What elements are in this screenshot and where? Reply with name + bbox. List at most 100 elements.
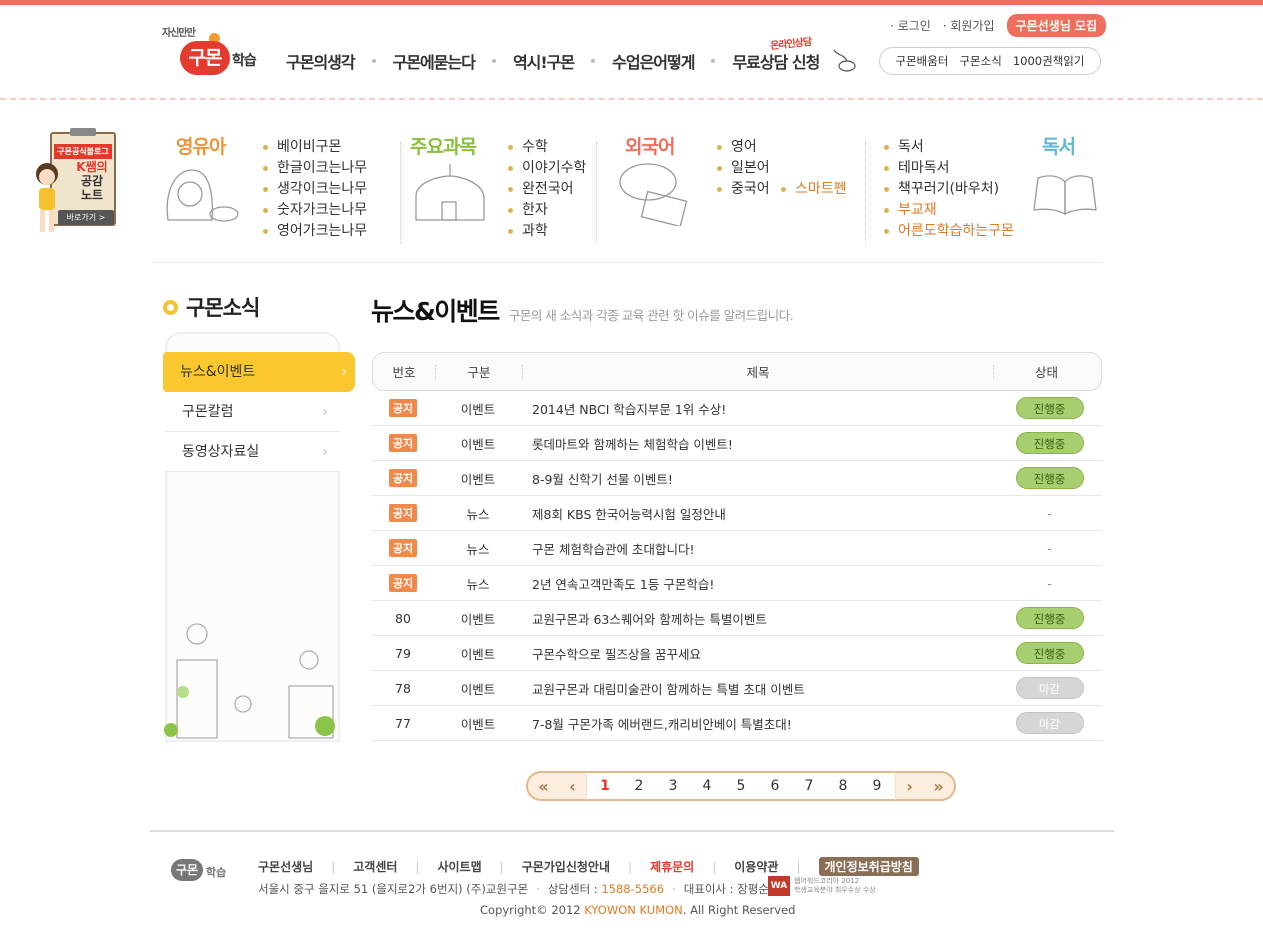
page-link-current[interactable]: 1	[588, 778, 622, 794]
chevron-right-icon: ›	[341, 364, 347, 380]
cat-item[interactable]: 어른도학습하는구몬	[884, 221, 1014, 242]
cat-item[interactable]: 수학	[508, 137, 586, 158]
gnb-philosophy[interactable]: 구몬의생각	[286, 49, 356, 73]
cat-item[interactable]: 베이비구몬	[263, 137, 367, 158]
footer-link-terms[interactable]: 이용약관	[734, 858, 778, 875]
cat-item[interactable]: 한자	[508, 200, 586, 221]
table-row[interactable]: 79 이벤트 구몬수학으로 필즈상을 꿈꾸세요 진행중	[372, 636, 1102, 671]
cat-item[interactable]: 독서	[884, 137, 1014, 158]
status-badge: 진행중	[1015, 467, 1084, 489]
lnb-item-news-event[interactable]: 뉴스&이벤트 ›	[163, 352, 355, 392]
cat-title-main[interactable]: 주요과목	[410, 132, 477, 159]
footer-link-privacy[interactable]: 개인정보취급방침	[818, 857, 919, 876]
table-row[interactable]: 공지 뉴스 2년 연속고객만족도 1등 구몬학습! -	[372, 566, 1102, 601]
gnb-consult[interactable]: 온라인상담 무료상담 신청	[732, 37, 820, 73]
cat-title-reading[interactable]: 독서	[1042, 132, 1076, 159]
page-link[interactable]: 9	[860, 778, 894, 794]
pager-next-group: › »	[896, 771, 956, 801]
row-title-link[interactable]: 8-9월 신학기 선물 이벤트!	[522, 469, 997, 488]
cat-list-young: 베이비구몬 한글이크는나무 생각이크는나무 숫자가크는나무 영어가크는나무	[263, 137, 367, 242]
recruit-button[interactable]: 구몬선생님 모집	[1006, 14, 1107, 37]
quick-link-news[interactable]: 구몬소식	[959, 53, 1001, 69]
page-link[interactable]: 7	[792, 778, 826, 794]
row-no: 78	[395, 680, 411, 696]
table-row[interactable]: 공지 이벤트 8-9월 신학기 선물 이벤트! 진행중	[372, 461, 1102, 496]
gnb-separator	[711, 59, 716, 63]
bear-bag-illustration	[166, 169, 239, 222]
cat-item[interactable]: 한글이크는나무	[263, 158, 367, 179]
row-title-link[interactable]: 2년 연속고객만족도 1등 구몬학습!	[522, 574, 997, 593]
footer-logo-badge: 구몬	[171, 859, 203, 881]
kumon-logo[interactable]: 자신만만 구몬 학습	[160, 24, 262, 80]
row-title-link[interactable]: 교원구몬과 63스퀘어와 함께하는 특별이벤트	[522, 609, 997, 628]
cat-item[interactable]: 책꾸러기(바우처)	[884, 179, 1014, 200]
page-link[interactable]: 2	[622, 778, 656, 794]
lnb-item-column[interactable]: 구몬칼럼 ›	[165, 392, 340, 432]
blog-banner[interactable]: 구몬공식블로그 K쌤의 공감 노트 바로가기 >	[32, 128, 118, 236]
row-state: -	[1047, 575, 1052, 591]
cat-item[interactable]: 테마독서	[884, 158, 1014, 179]
row-title-link[interactable]: 구몬수학으로 필즈상을 꿈꾸세요	[522, 644, 997, 663]
first-page-icon[interactable]: «	[538, 777, 548, 796]
footer-link-join-guide[interactable]: 구몬가입신청안내	[522, 858, 610, 875]
last-page-icon[interactable]: »	[933, 777, 943, 796]
cat-title-foreign[interactable]: 외국어	[625, 132, 675, 159]
cat-item[interactable]: 영어가크는나무	[263, 221, 367, 242]
gnb-consult-label: 무료상담 신청	[732, 53, 820, 72]
table-row[interactable]: 80 이벤트 교원구몬과 63스퀘어와 함께하는 특별이벤트 진행중	[372, 601, 1102, 636]
cat-item[interactable]: 부교재	[884, 200, 1014, 221]
cat-item[interactable]: 중국어	[717, 179, 770, 200]
login-link[interactable]: · 로그인	[890, 17, 931, 34]
quick-link-1000books[interactable]: 1000권책읽기	[1013, 53, 1085, 69]
gnb-kumon[interactable]: 역시!구몬	[513, 49, 575, 73]
cat-item[interactable]: 생각이크는나무	[263, 179, 367, 200]
prev-page-icon[interactable]: ‹	[569, 777, 576, 796]
row-no-cell: 공지	[372, 469, 434, 487]
cat-item[interactable]: 과학	[508, 221, 586, 242]
gnb-faq[interactable]: 구몬에묻는다	[393, 49, 476, 73]
footer-link-support[interactable]: 고객센터	[353, 858, 397, 875]
row-title-link[interactable]: 롯데마트와 함께하는 체험학습 이벤트!	[522, 434, 997, 453]
logo-badge: 구몬	[180, 41, 230, 75]
table-row[interactable]: 공지 뉴스 구몬 체험학습관에 초대합니다! -	[372, 531, 1102, 566]
row-title-link[interactable]: 구몬 체험학습관에 초대합니다!	[522, 539, 997, 558]
cat-title-young[interactable]: 영유아	[176, 132, 226, 159]
footer-link-sitemap[interactable]: 사이트맵	[437, 858, 481, 875]
table-row[interactable]: 77 이벤트 7-8월 구몬가족 에버랜드,캐리비안베이 특별초대! 마감	[372, 706, 1102, 741]
table-row[interactable]: 공지 뉴스 제8회 KBS 한국어능력시험 일정안내 -	[372, 496, 1102, 531]
footer-link-partnership[interactable]: 제휴문의	[650, 858, 694, 875]
blog-label: 구몬공식블로그	[54, 144, 112, 159]
table-row[interactable]: 공지 이벤트 롯데마트와 함께하는 체험학습 이벤트! 진행중	[372, 426, 1102, 461]
center-label: 상담센터 :	[547, 882, 598, 896]
page-link[interactable]: 4	[690, 778, 724, 794]
gnb-class[interactable]: 수업은어떻게	[612, 49, 695, 73]
lnb-item-video[interactable]: 동영상자료실 ›	[165, 432, 340, 472]
join-link[interactable]: · 회원가입	[943, 17, 995, 34]
page-link[interactable]: 3	[656, 778, 690, 794]
cat-item[interactable]: 일본어	[717, 158, 770, 179]
quick-link-learning[interactable]: 구몬배움터	[896, 53, 949, 69]
row-title-link[interactable]: 제8회 KBS 한국어능력시험 일정안내	[522, 504, 997, 523]
blog-go-button[interactable]: 바로가기 >	[58, 210, 114, 225]
table-row[interactable]: 공지 이벤트 2014년 NBCI 학습지부문 1위 수상! 진행중	[372, 391, 1102, 426]
row-type: 이벤트	[460, 471, 496, 487]
row-title-link[interactable]: 7-8월 구몬가족 에버랜드,캐리비안베이 특별초대!	[522, 714, 997, 733]
cat-item[interactable]: 이야기수학	[508, 158, 586, 179]
cat-item[interactable]: 영어	[717, 137, 770, 158]
award-line: 학생교육분야 최우수상 수상	[794, 886, 876, 894]
footer-link-teacher[interactable]: 구몬선생님	[258, 858, 313, 875]
cat-item-smartpen[interactable]: 스마트펜	[781, 179, 847, 200]
row-title-link[interactable]: 2014년 NBCI 학습지부문 1위 수상!	[522, 399, 997, 418]
page-link[interactable]: 5	[724, 778, 758, 794]
row-type: 이벤트	[460, 716, 496, 732]
page-link[interactable]: 8	[826, 778, 860, 794]
header-divider	[0, 98, 1263, 106]
table-row[interactable]: 78 이벤트 교원구몬과 대림미술관이 함께하는 특별 초대 이벤트 마감	[372, 671, 1102, 706]
row-title-link[interactable]: 교원구몬과 대림미술관이 함께하는 특별 초대 이벤트	[522, 679, 997, 698]
cat-list-foreign-extra: 스마트펜	[781, 179, 847, 200]
status-badge: 진행중	[1015, 642, 1084, 664]
cat-item[interactable]: 완전국어	[508, 179, 586, 200]
cat-item[interactable]: 숫자가크는나무	[263, 200, 367, 221]
page-link[interactable]: 6	[758, 778, 792, 794]
next-page-icon[interactable]: ›	[906, 777, 913, 796]
